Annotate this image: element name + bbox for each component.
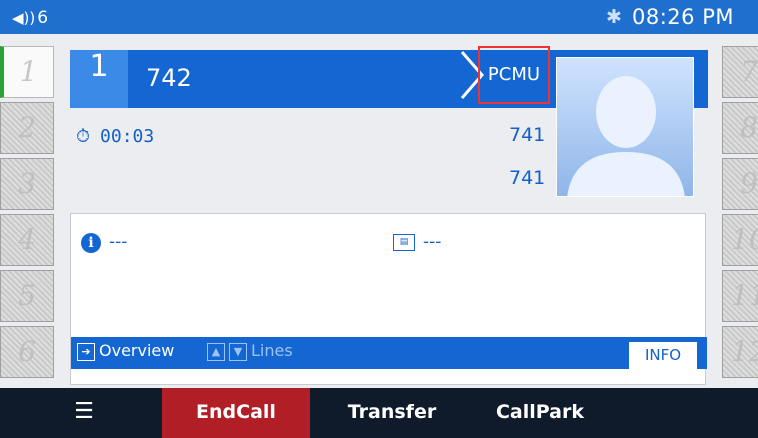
volume-level: 6 — [37, 8, 49, 28]
tab-overview[interactable]: ➔ Overview — [77, 341, 174, 361]
bluetooth-icon: ✱ — [606, 6, 622, 28]
status-bar: ◀︎)) 6 ✱ 08:26 PM — [0, 0, 758, 34]
line-key-11[interactable]: 11 — [722, 270, 758, 322]
volume-indicator: ◀︎)) 6 — [12, 7, 48, 28]
tab-lines-label: Lines — [251, 341, 293, 360]
tab-lines[interactable]: ▲ ▼ Lines — [207, 341, 293, 361]
info-value-1: --- — [109, 232, 128, 252]
info-icon: i — [81, 233, 101, 253]
arrow-up-icon: ▲ — [207, 342, 225, 361]
line-key-10[interactable]: 10 — [722, 214, 758, 266]
line-key-5[interactable]: 5 — [0, 270, 54, 322]
call-duration: 00:03 — [100, 126, 155, 147]
contact-card-icon: ▤ — [393, 233, 415, 251]
endcall-button[interactable]: EndCall — [162, 388, 310, 438]
arrow-right-icon: ➔ — [77, 342, 95, 361]
info-field-1: i --- — [81, 232, 127, 253]
arrow-down-icon: ▼ — [229, 342, 247, 361]
line-key-4[interactable]: 4 — [0, 214, 54, 266]
line-key-12[interactable]: 12 — [722, 326, 758, 378]
clock: 08:26 PM — [632, 5, 734, 29]
line-key-2[interactable]: 2 — [0, 102, 54, 154]
softkey-bar: ☰ EndCall Transfer CallPark — [0, 388, 758, 438]
call-number: 742 — [146, 64, 192, 92]
remote-number-2: 741 — [509, 167, 546, 189]
tab-overview-label: Overview — [99, 341, 175, 360]
stopwatch-icon: ⏱ — [76, 126, 91, 147]
remote-number-1: 741 — [509, 124, 546, 146]
tab-bar: ➔ Overview ▲ ▼ Lines — [71, 337, 707, 369]
menu-icon[interactable]: ☰ — [64, 388, 104, 438]
line-key-6[interactable]: 6 — [0, 326, 54, 378]
line-key-8[interactable]: 8 — [722, 102, 758, 154]
callpark-button[interactable]: CallPark — [466, 388, 614, 438]
person-silhouette-icon — [567, 76, 685, 196]
transfer-button[interactable]: Transfer — [318, 388, 466, 438]
tab-info[interactable]: INFO — [629, 342, 697, 369]
contact-avatar — [556, 57, 694, 197]
speaker-volume-icon: ◀︎)) — [12, 9, 36, 27]
info-field-2: ▤ --- — [393, 232, 441, 252]
line-key-3[interactable]: 3 — [0, 158, 54, 210]
info-panel: i --- ▤ --- ➔ Overview ▲ ▼ Lines INFO — [70, 213, 707, 385]
line-key-1[interactable]: 1 — [0, 46, 54, 98]
call-timer: ⏱ 00:03 — [76, 126, 154, 147]
line-key-9[interactable]: 9 — [722, 158, 758, 210]
line-key-7[interactable]: 7 — [722, 46, 758, 98]
call-line-number: 1 — [70, 50, 128, 108]
info-value-2: --- — [423, 232, 442, 252]
codec-label: PCMU — [478, 46, 550, 104]
